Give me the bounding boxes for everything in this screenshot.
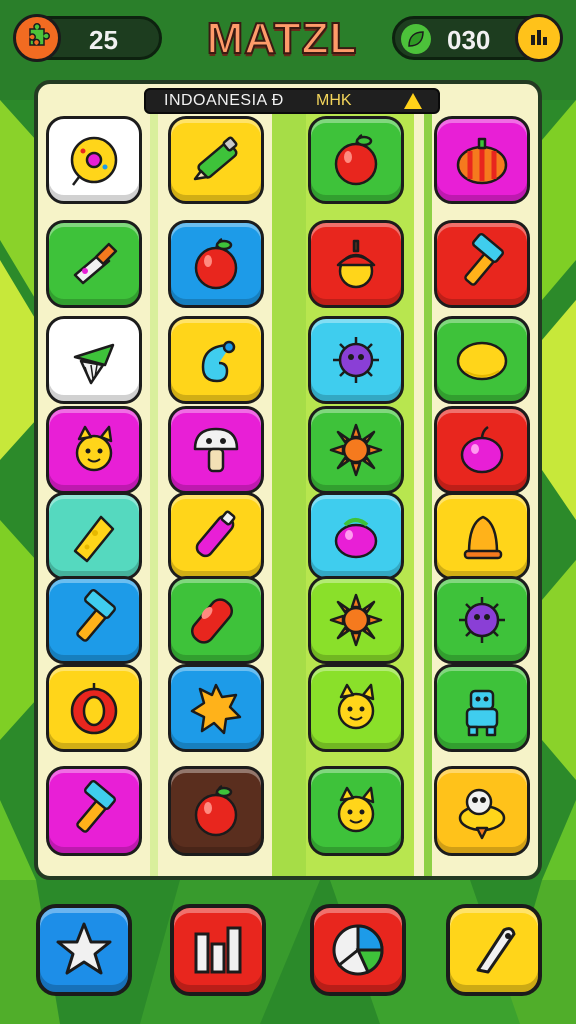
moves-counter: 25 <box>13 14 162 62</box>
swirl-icon <box>201 340 236 383</box>
game-tile[interactable] <box>308 664 404 752</box>
game-tile[interactable] <box>46 316 142 404</box>
tool-icon <box>73 242 118 285</box>
apple-icon <box>194 237 238 290</box>
sun-face-icon <box>337 786 375 833</box>
stats-button[interactable] <box>310 904 406 996</box>
score-counter: 030 <box>392 14 563 62</box>
game-tile[interactable] <box>168 220 264 308</box>
robot-icon <box>465 689 499 737</box>
game-tile[interactable] <box>168 406 264 494</box>
pencil-icon <box>193 136 238 181</box>
puzzle-icon[interactable] <box>13 14 61 62</box>
sun-icon <box>329 593 383 647</box>
game-tile[interactable] <box>168 664 264 752</box>
game-tile[interactable] <box>46 492 142 580</box>
star-button[interactable] <box>36 904 132 996</box>
column-divider <box>272 114 306 876</box>
game-tile[interactable] <box>434 576 530 664</box>
game-tile[interactable] <box>434 220 530 308</box>
board-banner: INDOANESIA Ð MHK <box>144 88 440 114</box>
game-tile[interactable] <box>46 766 142 856</box>
apple-icon <box>334 133 378 186</box>
berry-icon <box>334 518 378 559</box>
hammer-icon <box>76 779 117 833</box>
star-icon <box>56 922 112 975</box>
game-tile[interactable] <box>308 766 404 856</box>
apple-icon <box>194 784 238 837</box>
game-tile[interactable] <box>434 316 530 404</box>
sun-face-icon <box>75 425 113 472</box>
game-tile[interactable] <box>46 220 142 308</box>
game-tile[interactable] <box>308 220 404 308</box>
game-title: MATZL <box>206 13 358 64</box>
shuttlecock-icon <box>73 343 115 385</box>
warning-icon <box>404 93 422 109</box>
leaf-icon <box>401 24 431 54</box>
moves-count: 25 <box>89 25 118 55</box>
edit-button[interactable] <box>446 904 542 996</box>
pie-chart-icon <box>332 924 384 976</box>
acorn-icon <box>336 239 376 289</box>
game-tile[interactable] <box>308 116 404 204</box>
game-tile[interactable] <box>434 406 530 494</box>
game-tile[interactable] <box>168 116 264 204</box>
mushroom-icon <box>193 427 239 473</box>
tube-icon <box>195 510 236 558</box>
lemon-icon <box>456 341 508 381</box>
leaderboard-button[interactable] <box>170 904 266 996</box>
sun-icon <box>329 423 383 477</box>
column-divider <box>424 114 432 876</box>
game-tile[interactable] <box>434 492 530 580</box>
splat-icon <box>190 683 242 735</box>
virus-icon <box>333 337 379 383</box>
game-board: INDOANESIA Ð MHK <box>34 80 542 880</box>
game-tile[interactable] <box>168 316 264 404</box>
game-tile[interactable] <box>308 316 404 404</box>
banner-label: INDOANESIA Ð <box>164 92 284 109</box>
pumpkin-icon <box>456 137 508 185</box>
game-tile[interactable] <box>168 492 264 580</box>
hammer-icon <box>464 232 505 286</box>
cheese-icon <box>73 515 115 563</box>
hammer-icon <box>76 588 117 642</box>
banner-tag: MHK <box>316 92 352 109</box>
stats-icon[interactable] <box>515 14 563 62</box>
game-tile[interactable] <box>46 116 142 204</box>
score-count: 030 <box>447 25 491 55</box>
game-tile[interactable] <box>168 576 264 664</box>
game-tile[interactable] <box>46 664 142 752</box>
plum-icon <box>460 425 504 474</box>
virus-icon <box>459 597 505 643</box>
spinning-top-icon <box>458 788 506 840</box>
column-divider <box>150 114 158 876</box>
pen-icon <box>476 927 516 974</box>
bell-icon <box>463 515 503 560</box>
fruit-slice-icon <box>70 683 118 735</box>
game-tile[interactable] <box>168 766 264 856</box>
bar-chart-icon <box>194 926 242 974</box>
sun-face-icon <box>337 683 375 730</box>
game-tile[interactable] <box>434 116 530 204</box>
game-tile[interactable] <box>434 766 530 856</box>
game-tile[interactable] <box>308 406 404 494</box>
game-tile[interactable] <box>434 664 530 752</box>
game-tile[interactable] <box>308 576 404 664</box>
game-tile[interactable] <box>46 576 142 664</box>
donut-icon <box>70 136 118 186</box>
capsule-icon <box>190 598 234 644</box>
game-tile[interactable] <box>46 406 142 494</box>
game-tile[interactable] <box>308 492 404 580</box>
